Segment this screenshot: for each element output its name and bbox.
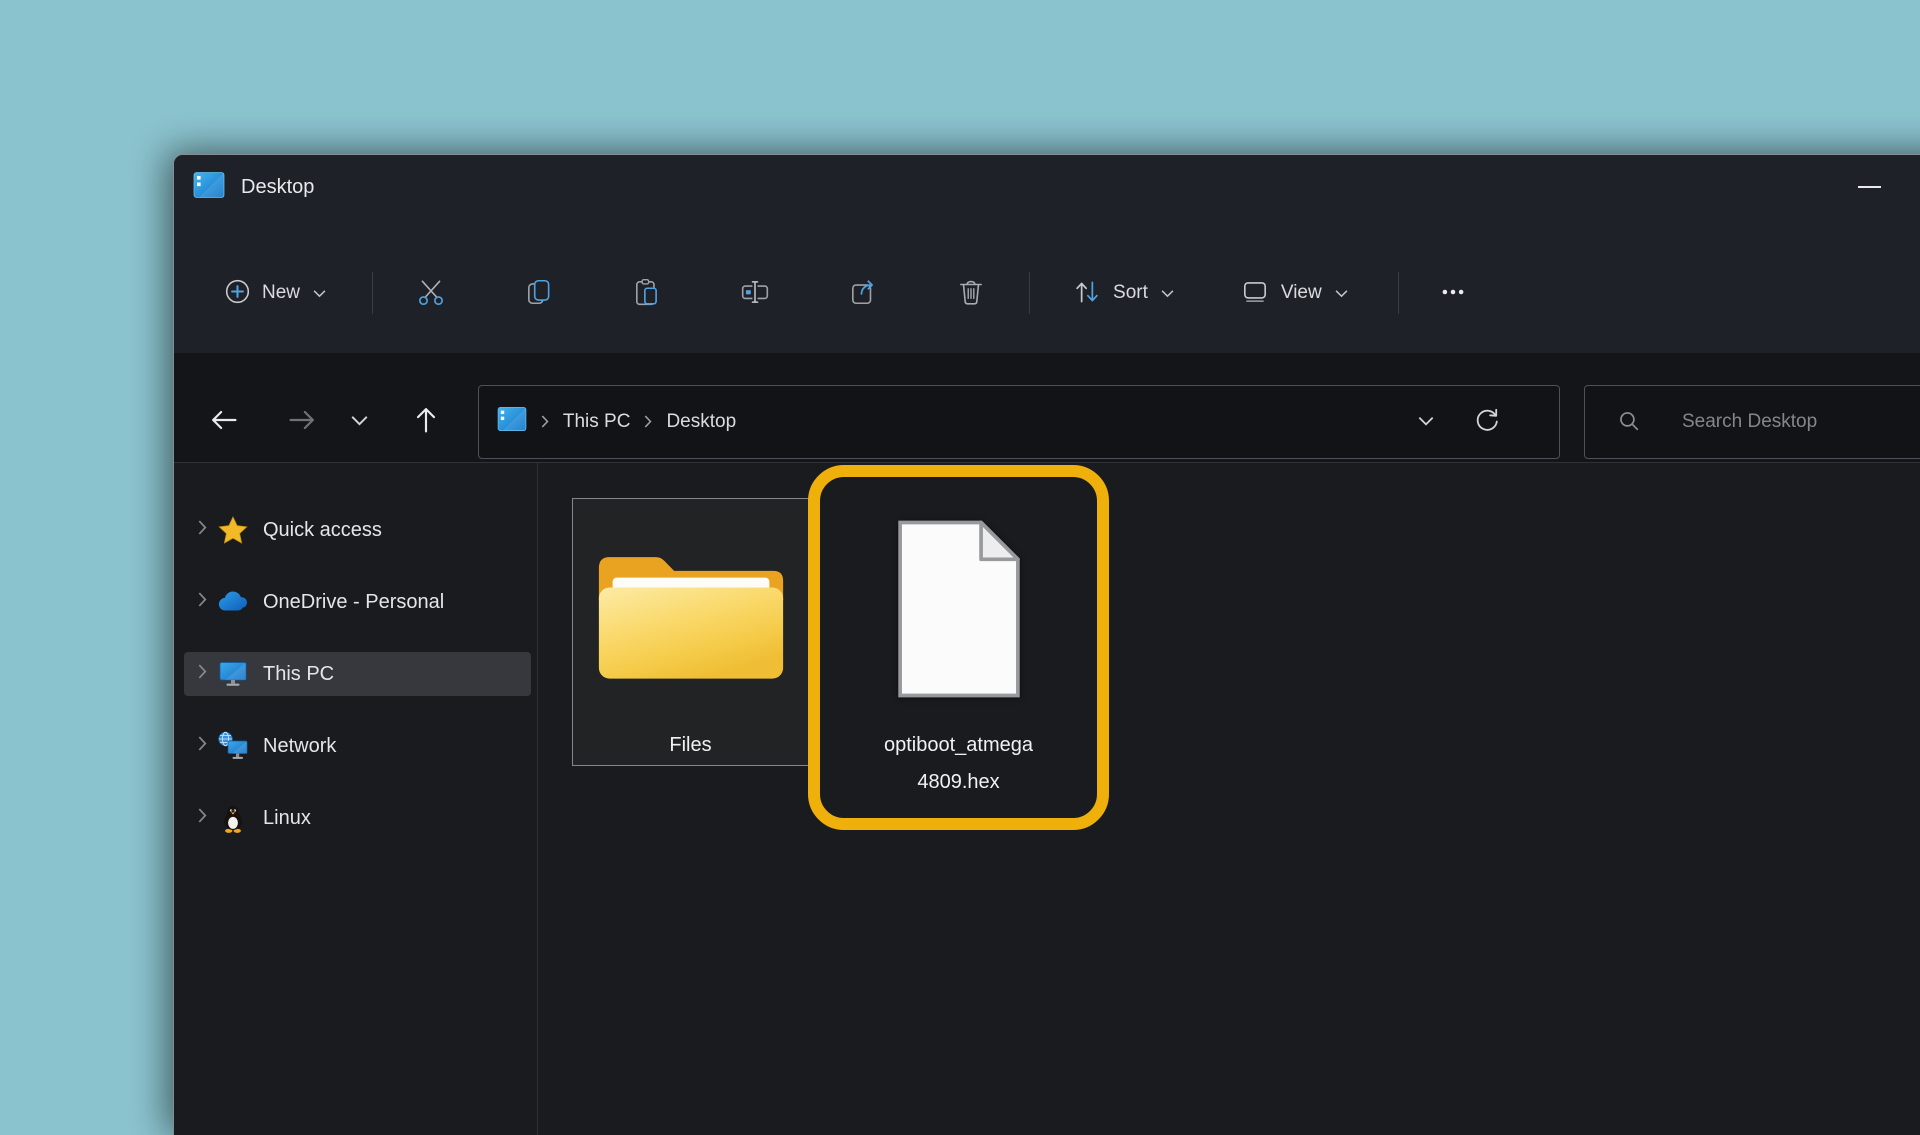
- chevron-down-icon: [313, 286, 326, 301]
- computer-icon: [217, 659, 249, 689]
- rename-button[interactable]: [733, 271, 777, 315]
- hex-file-name-label: optiboot_atmega4809.hex: [884, 727, 1033, 801]
- sidebar-item-label: This PC: [263, 663, 334, 686]
- folder-icon: [593, 533, 789, 694]
- up-button[interactable]: [404, 400, 448, 444]
- delete-icon: [956, 277, 986, 310]
- copy-button[interactable]: [517, 271, 561, 315]
- sidebar-item-label: Network: [263, 735, 336, 758]
- toolbar-separator: [1398, 272, 1399, 314]
- paste-icon: [632, 277, 662, 310]
- share-icon: [848, 277, 878, 310]
- address-bar[interactable]: This PC Desktop: [478, 385, 1560, 459]
- toolbar-separator: [1029, 272, 1030, 314]
- minimize-icon: [1858, 186, 1881, 188]
- search-icon: [1617, 409, 1642, 434]
- sidebar-item-label: OneDrive - Personal: [263, 591, 444, 614]
- view-button-label: View: [1281, 282, 1322, 304]
- chevron-right-icon: [198, 808, 207, 828]
- onedrive-cloud-icon: [217, 591, 249, 613]
- sidebar-item-this-pc[interactable]: This PC: [184, 652, 531, 696]
- breadcrumb-chevron-icon: [644, 415, 652, 428]
- sidebar-item-label: Linux: [263, 807, 311, 830]
- cut-icon: [416, 277, 446, 310]
- desktop-app-icon: [193, 171, 225, 204]
- delete-button[interactable]: [949, 271, 993, 315]
- view-icon: [1240, 277, 1270, 310]
- plus-circle-icon: [224, 278, 251, 308]
- navigation-bar: This PC Desktop: [174, 353, 1920, 463]
- new-button-label: New: [262, 282, 300, 304]
- forward-button[interactable]: [280, 400, 324, 444]
- network-icon: [217, 731, 249, 761]
- chevron-down-icon: [351, 414, 368, 429]
- ellipsis-icon: [1440, 279, 1466, 308]
- sidebar: Quick access OneDrive - Personal: [174, 463, 538, 1135]
- refresh-button[interactable]: [1465, 400, 1509, 444]
- folder-name-label: Files: [669, 734, 711, 757]
- minimize-button[interactable]: [1846, 167, 1892, 207]
- desktop-location-icon: [497, 406, 527, 437]
- copy-icon: [524, 277, 554, 310]
- chevron-down-icon: [1418, 414, 1434, 429]
- forward-arrow-icon: [286, 404, 318, 439]
- hex-file-icon: [889, 517, 1029, 706]
- content-area: Quick access OneDrive - Personal: [174, 463, 1920, 1135]
- breadcrumb-this-pc[interactable]: This PC: [563, 411, 631, 433]
- share-button[interactable]: [841, 271, 885, 315]
- paste-button[interactable]: [625, 271, 669, 315]
- folder-item-files[interactable]: Files: [572, 498, 809, 766]
- recent-locations-button[interactable]: [344, 400, 376, 444]
- annotation-highlight-box[interactable]: optiboot_atmega4809.hex: [808, 465, 1109, 830]
- titlebar: Desktop: [174, 155, 1920, 219]
- toolbar-separator: [372, 272, 373, 314]
- back-arrow-icon: [208, 404, 240, 439]
- more-options-button[interactable]: [1431, 271, 1475, 315]
- breadcrumb-chevron-icon: [541, 415, 549, 428]
- chevron-right-icon: [198, 520, 207, 540]
- chevron-right-icon: [198, 736, 207, 756]
- file-grid: Files optiboot_atmega4809.hex: [538, 463, 1920, 1135]
- cut-button[interactable]: [409, 271, 453, 315]
- search-input[interactable]: Search Desktop: [1584, 385, 1920, 459]
- sort-button[interactable]: Sort: [1062, 269, 1184, 318]
- sidebar-item-network[interactable]: Network: [184, 724, 531, 768]
- sidebar-item-quick-access[interactable]: Quick access: [184, 508, 531, 552]
- up-arrow-icon: [410, 404, 442, 439]
- star-icon: [217, 515, 249, 545]
- breadcrumb-desktop[interactable]: Desktop: [666, 411, 736, 433]
- chevron-down-icon: [1335, 286, 1348, 301]
- new-button[interactable]: New: [214, 270, 336, 316]
- desktop-background: { "window": { "title": "Desktop" }, "com…: [0, 0, 1920, 1080]
- sort-arrows-icon: [1072, 277, 1102, 310]
- chevron-right-icon: [198, 664, 207, 684]
- command-bar: New: [174, 219, 1920, 353]
- sidebar-item-onedrive[interactable]: OneDrive - Personal: [184, 580, 531, 624]
- sidebar-item-linux[interactable]: Linux: [184, 796, 531, 840]
- sidebar-item-label: Quick access: [263, 519, 382, 542]
- back-button[interactable]: [202, 400, 246, 444]
- view-button[interactable]: View: [1230, 269, 1358, 318]
- linux-penguin-icon: [217, 803, 249, 833]
- sort-button-label: Sort: [1113, 282, 1148, 304]
- window-title: Desktop: [241, 176, 314, 199]
- address-dropdown-button[interactable]: [1409, 400, 1443, 444]
- refresh-icon: [1473, 406, 1501, 437]
- chevron-right-icon: [198, 592, 207, 612]
- file-explorer-window: Desktop New: [173, 154, 1920, 1135]
- search-placeholder: Search Desktop: [1682, 411, 1817, 433]
- rename-icon: [740, 277, 770, 310]
- chevron-down-icon: [1161, 286, 1174, 301]
